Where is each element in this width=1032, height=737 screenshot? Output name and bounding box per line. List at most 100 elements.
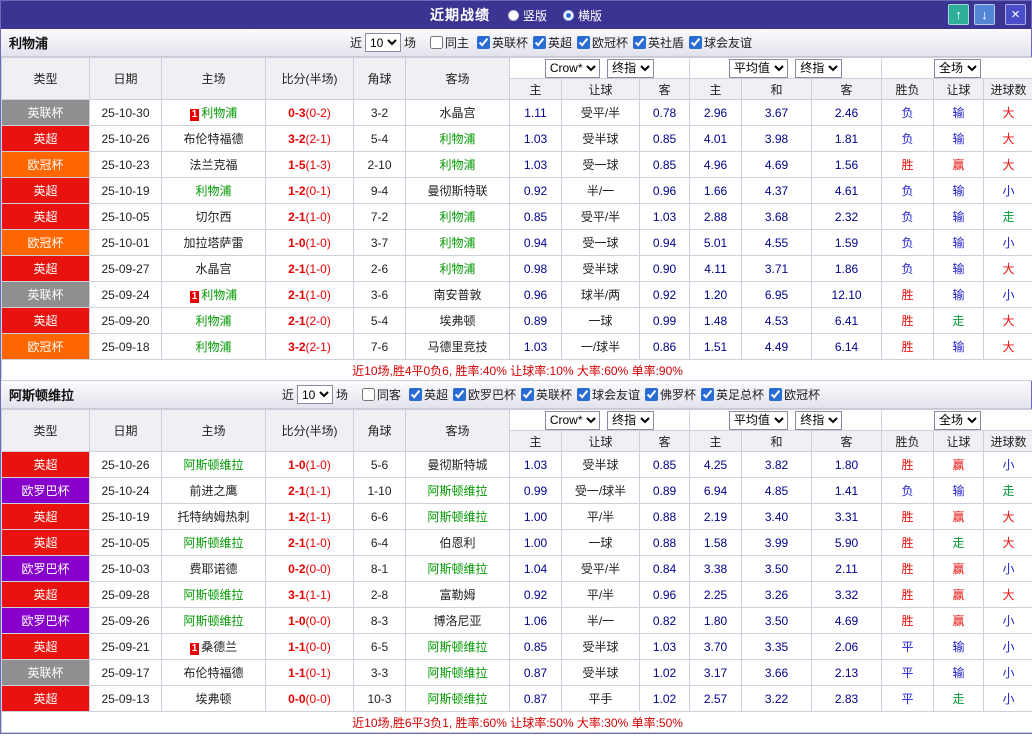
league-filter-checkbox[interactable]	[577, 387, 591, 401]
away-team-cell: 富勒姆	[405, 581, 510, 608]
avg-draw: 3.66	[741, 659, 813, 686]
league-filter[interactable]: 英社盾	[628, 34, 684, 51]
league-filter[interactable]: 球会友谊	[684, 34, 752, 51]
col-home: 主场	[161, 409, 266, 452]
result-handicap: 输	[933, 177, 985, 204]
odds-source-select[interactable]: Crow*	[544, 58, 600, 78]
corners-cell: 7-6	[353, 333, 406, 360]
layout-option-vertical[interactable]: 竖版	[507, 7, 547, 24]
same-venue-filter[interactable]: 同客	[357, 386, 401, 403]
avg-select-cell: 平均值 终指	[689, 409, 883, 431]
league-filter-checkbox[interactable]	[521, 387, 534, 401]
match-scope-select[interactable]: 全场	[934, 410, 982, 430]
odds-mode-select[interactable]: 终指	[607, 58, 655, 78]
league-filter-checkbox[interactable]	[577, 35, 591, 49]
close-button[interactable]: ×	[1005, 4, 1026, 25]
result-handicap: 输	[933, 229, 985, 256]
corners-cell: 1-10	[353, 477, 406, 504]
result-goals: 大	[983, 125, 1032, 152]
odds-home: 0.85	[509, 633, 562, 660]
avg-source-select[interactable]: 平均值	[728, 410, 788, 430]
match-row: 英联杯 25-09-24 1 利物浦 2-1(1-0) 3-6 南安普敦 0.96 球半/两 0.…	[1, 281, 1032, 308]
avg-draw: 3.82	[741, 451, 813, 478]
league-filter-checkbox[interactable]	[633, 35, 647, 49]
avg-draw: 3.40	[741, 503, 813, 530]
league-filter-checkbox[interactable]	[769, 387, 783, 401]
odds-mode-select[interactable]: 终指	[607, 410, 655, 430]
date-cell: 25-09-18	[89, 333, 162, 360]
score-cell: 0-3(0-2)	[265, 99, 354, 126]
odds-away: 0.94	[638, 229, 691, 256]
result-wdl: 胜	[881, 151, 935, 178]
neutral-badge: 1	[189, 109, 200, 121]
odds-home: 0.85	[509, 203, 562, 230]
odds-home: 0.87	[509, 685, 562, 712]
league-filter-label: 球会友谊	[704, 35, 753, 50]
match-scope-select[interactable]: 全场	[934, 58, 982, 78]
team-name: 阿斯顿维拉	[427, 484, 488, 498]
avg-draw: 3.68	[741, 203, 813, 230]
recent-count-select[interactable]: 10	[296, 385, 333, 404]
team-name: 埃弗顿	[439, 314, 476, 328]
odds-away: 0.92	[638, 281, 691, 308]
avg-draw: 3.50	[741, 555, 813, 582]
same-venue-checkbox[interactable]	[361, 388, 375, 401]
move-up-button[interactable]: ↑	[948, 4, 969, 25]
same-venue-checkbox[interactable]	[429, 36, 443, 49]
league-filter[interactable]: 欧罗巴杯	[448, 386, 516, 403]
league-cell: 欧冠杯	[1, 229, 90, 256]
avg-home: 4.96	[689, 151, 743, 178]
league-filter[interactable]: 欧冠杯	[764, 386, 820, 403]
league-cell: 英超	[1, 503, 90, 530]
odds-source-select[interactable]: Crow*	[544, 410, 600, 430]
league-filter[interactable]: 英足总杯	[696, 386, 764, 403]
recent-count-select[interactable]: 10	[364, 33, 401, 52]
league-filter-checkbox[interactable]	[645, 387, 659, 401]
league-filter[interactable]: 英联杯	[472, 34, 528, 51]
date-cell: 25-10-23	[89, 151, 162, 178]
layout-option-horizontal[interactable]: 横版	[563, 7, 602, 24]
league-filter-checkbox[interactable]	[408, 387, 422, 401]
league-filter[interactable]: 欧冠杯	[572, 34, 628, 51]
subcol-odds-handicap: 让球	[561, 430, 640, 452]
avg-mode-select[interactable]: 终指	[795, 58, 843, 78]
date-cell: 25-10-03	[89, 555, 162, 582]
result-goals: 大	[983, 307, 1032, 334]
league-filter-checkbox[interactable]	[701, 387, 715, 401]
team-name: 曼彻斯特联	[427, 184, 488, 198]
league-filter[interactable]: 英超	[528, 34, 572, 51]
col-score: 比分(半场)	[265, 409, 354, 452]
result-wdl: 胜	[881, 307, 935, 334]
avg-away: 1.59	[811, 229, 883, 256]
same-venue-filter[interactable]: 同主	[425, 34, 469, 51]
team-name: 前进之鹰	[189, 484, 238, 498]
date-cell: 25-10-19	[89, 177, 162, 204]
team-name: 阿斯顿维拉	[183, 614, 244, 628]
corners-cell: 10-3	[353, 685, 406, 712]
league-filter[interactable]: 英联杯	[516, 386, 572, 403]
league-filter-checkbox[interactable]	[689, 35, 703, 49]
league-filter[interactable]: 英超	[404, 386, 448, 403]
home-team-cell: 布伦特福德	[161, 659, 266, 686]
home-team-cell: 阿斯顿维拉	[161, 529, 266, 556]
avg-away: 3.32	[811, 581, 883, 608]
team-name: 阿斯顿维拉	[9, 388, 75, 403]
date-cell: 25-09-13	[89, 685, 162, 712]
subcol-avg-home: 主	[689, 430, 743, 452]
avg-source-select[interactable]: 平均值	[728, 58, 788, 78]
odds-home: 1.03	[509, 151, 562, 178]
league-filter-checkbox[interactable]	[476, 35, 490, 49]
move-down-button[interactable]: ↓	[974, 4, 995, 25]
odds-away: 0.85	[638, 451, 691, 478]
league-filter[interactable]: 佛罗杯	[640, 386, 696, 403]
away-team-cell: 阿斯顿维拉	[405, 685, 510, 712]
league-filter[interactable]: 球会友谊	[572, 386, 640, 403]
result-goals: 小	[983, 659, 1032, 686]
avg-mode-select[interactable]: 终指	[795, 410, 843, 430]
team-section-header: 利物浦 近 10 场 同主 英联杯 英超 欧冠杯 英社盾 球会友谊	[1, 29, 1031, 57]
odds-away: 0.85	[638, 151, 691, 178]
league-filter-checkbox[interactable]	[533, 35, 546, 49]
avg-home: 3.38	[689, 555, 743, 582]
odds-home: 0.92	[509, 177, 562, 204]
league-filter-checkbox[interactable]	[452, 387, 466, 401]
